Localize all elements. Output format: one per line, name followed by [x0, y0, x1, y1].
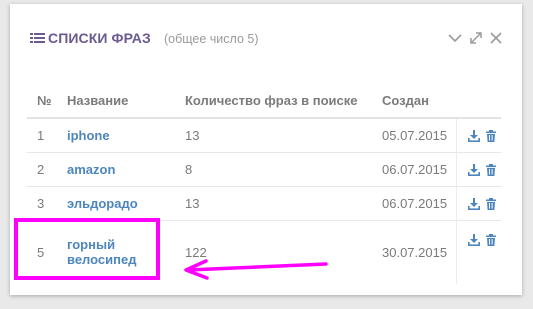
row-actions: [455, 220, 501, 284]
table-row: 2 amazon 8 06.07.2015: [27, 152, 501, 187]
row-name-link[interactable]: iphone: [57, 118, 175, 153]
row-created: 05.07.2015: [372, 118, 456, 153]
expand-icon[interactable]: [469, 31, 483, 45]
row-num: 3: [27, 186, 57, 221]
row-name-link[interactable]: amazon: [57, 152, 175, 187]
row-count: 8: [175, 152, 372, 187]
table-row: 3 эльдорадо 13 06.07.2015: [27, 186, 501, 221]
download-icon[interactable]: [467, 234, 480, 247]
row-count: 13: [175, 118, 372, 153]
panel-subtitle: (общее число 5): [164, 32, 259, 46]
row-actions: [455, 186, 501, 221]
column-header-count[interactable]: Количество фраз в поиске: [175, 84, 372, 119]
annotation-highlight-box: [14, 218, 160, 280]
list-icon: [30, 33, 45, 44]
row-num: 1: [27, 118, 57, 153]
column-header-created[interactable]: Создан: [372, 84, 456, 119]
row-created: 06.07.2015: [372, 186, 456, 221]
download-icon[interactable]: [467, 130, 480, 143]
download-icon[interactable]: [467, 164, 480, 177]
table-row: 1 iphone 13 05.07.2015: [27, 118, 501, 153]
table-header-row: № Название Количество фраз в поиске Созд…: [27, 84, 501, 119]
column-header-actions: [456, 84, 501, 119]
panel-header: СПИСКИ ФРАЗ (общее число 5): [10, 4, 522, 70]
close-icon[interactable]: [489, 31, 503, 45]
download-icon[interactable]: [467, 198, 480, 211]
row-num: 2: [27, 152, 57, 187]
trash-icon[interactable]: [485, 164, 497, 177]
chevron-down-icon[interactable]: [448, 31, 462, 45]
row-created: 06.07.2015: [372, 152, 456, 187]
row-created: 30.07.2015: [382, 244, 448, 260]
column-header-num[interactable]: №: [27, 84, 57, 119]
column-header-name[interactable]: Название: [57, 84, 175, 119]
row-count: 13: [175, 186, 372, 221]
trash-icon[interactable]: [485, 234, 497, 247]
row-name-link[interactable]: эльдорадо: [57, 186, 175, 221]
trash-icon[interactable]: [485, 198, 497, 211]
panel-title: СПИСКИ ФРАЗ: [48, 30, 151, 46]
row-actions: [455, 152, 501, 187]
annotation-arrow: [176, 256, 332, 280]
trash-icon[interactable]: [485, 130, 497, 143]
row-actions: [455, 118, 501, 153]
